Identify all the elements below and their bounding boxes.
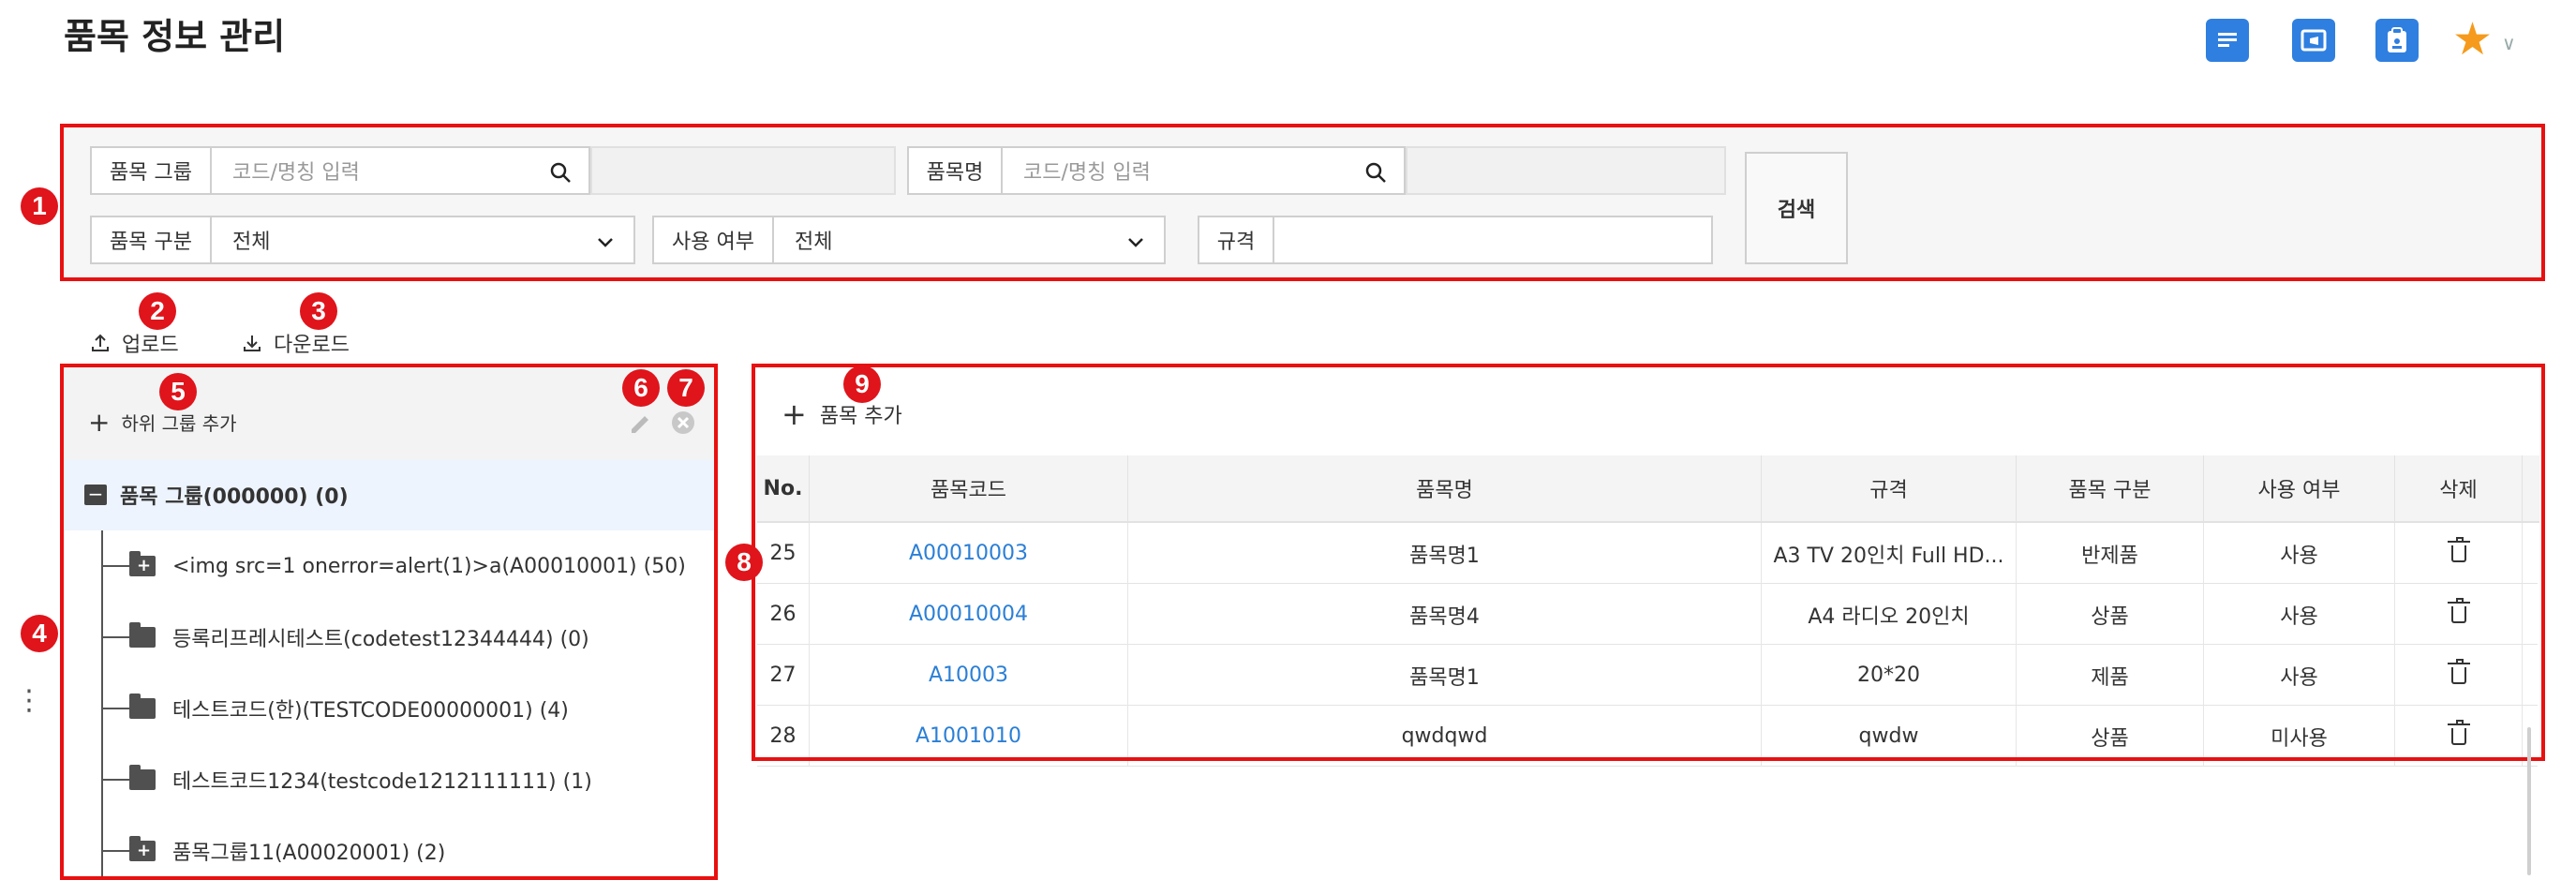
- spec-input[interactable]: [1273, 216, 1713, 264]
- annotation-badge-7: 7: [667, 369, 705, 407]
- star-icon[interactable]: ★: [2452, 17, 2493, 62]
- annotation-badge-1: 1: [21, 187, 58, 225]
- annotation-badge-2: 2: [139, 292, 176, 330]
- item-name-label: 품목명: [907, 146, 1003, 195]
- clipboard-icon[interactable]: [2375, 19, 2419, 62]
- use-status-select[interactable]: 전체: [772, 216, 1166, 264]
- annotation-badge-9: 9: [843, 365, 881, 403]
- use-status-value: 전체: [795, 231, 833, 254]
- item-group-placeholder: 코드/명칭 입력: [232, 161, 360, 185]
- calendar-icon[interactable]: [2292, 19, 2335, 62]
- annotation-box-4: [60, 364, 718, 880]
- item-type-value: 전체: [232, 231, 271, 254]
- item-name-display: [1406, 146, 1726, 195]
- upload-icon: [92, 334, 109, 351]
- chevron-down-icon: [598, 238, 613, 247]
- annotation-badge-4: 4: [21, 615, 58, 652]
- use-status-label: 사용 여부: [652, 216, 774, 264]
- chevron-down-icon: [1128, 238, 1143, 247]
- spec-label: 규격: [1198, 216, 1274, 264]
- upload-label: 업로드: [122, 334, 179, 357]
- side-menu-icon[interactable]: ⋮: [15, 684, 43, 717]
- item-type-select[interactable]: 전체: [210, 216, 635, 264]
- search-icon[interactable]: [549, 161, 572, 184]
- document-icon[interactable]: [2206, 19, 2249, 62]
- annotation-box-8-9: [752, 364, 2545, 761]
- search-button[interactable]: 검색: [1745, 152, 1848, 264]
- item-type-label: 품목 구분: [90, 216, 212, 264]
- download-button[interactable]: 다운로드: [242, 328, 350, 358]
- page-title: 품목 정보 관리: [64, 16, 286, 57]
- annotation-badge-6: 6: [622, 369, 660, 407]
- item-group-label: 품목 그룹: [90, 146, 212, 195]
- download-label: 다운로드: [274, 334, 350, 357]
- item-name-search-input[interactable]: 코드/명칭 입력: [1001, 146, 1406, 195]
- table-scrollbar[interactable]: [2527, 727, 2531, 875]
- item-group-name-display: [590, 146, 896, 195]
- item-name-placeholder: 코드/명칭 입력: [1023, 161, 1151, 185]
- upload-button[interactable]: 업로드: [90, 328, 179, 358]
- item-group-search-input[interactable]: 코드/명칭 입력: [210, 146, 590, 195]
- chevron-down-icon[interactable]: ∨: [2502, 32, 2516, 54]
- download-icon: [244, 336, 261, 351]
- search-icon[interactable]: [1364, 161, 1387, 184]
- annotation-badge-5: 5: [159, 373, 197, 410]
- annotation-badge-8: 8: [725, 544, 763, 581]
- annotation-badge-3: 3: [300, 292, 337, 330]
